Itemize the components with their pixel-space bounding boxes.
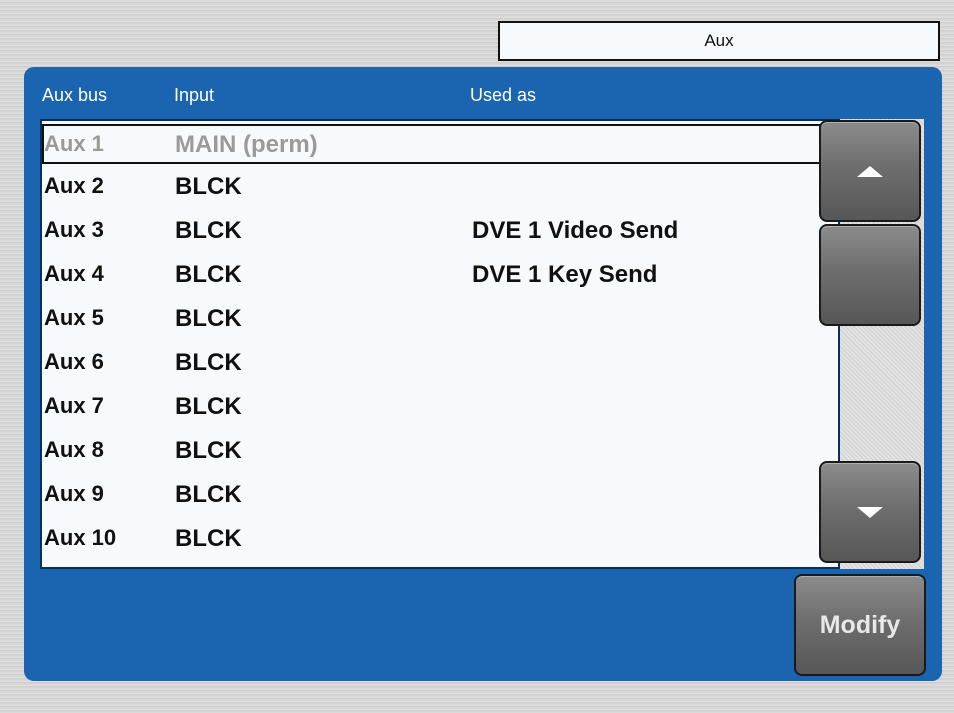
aux-panel: Aux bus Input Used as Aux 1 MAIN (perm) … — [24, 67, 942, 681]
scroll-up-button[interactable] — [819, 120, 921, 222]
table-row[interactable]: Aux 10 BLCK — [42, 516, 822, 560]
row-input: BLCK — [175, 393, 242, 420]
row-input: BLCK — [175, 349, 242, 376]
table-row[interactable]: Aux 5 BLCK — [42, 296, 822, 340]
row-aux-bus: Aux 3 — [44, 217, 104, 242]
table-row[interactable]: Aux 4 BLCK DVE 1 Key Send — [42, 252, 822, 296]
table-row[interactable]: Aux 8 BLCK — [42, 428, 822, 472]
table-row[interactable]: Aux 7 BLCK — [42, 384, 822, 428]
modify-button-label: Modify — [819, 610, 901, 639]
column-header-used-as: Used as — [470, 85, 537, 105]
row-aux-bus: Aux 9 — [44, 481, 104, 506]
column-header-input: Input — [174, 85, 215, 105]
row-input: BLCK — [175, 217, 242, 244]
table-row[interactable]: Aux 9 BLCK — [42, 472, 822, 516]
chevron-down-icon — [857, 506, 883, 518]
row-aux-bus: Aux 10 — [44, 525, 117, 550]
row-used-as: DVE 1 Key Send — [472, 261, 658, 288]
panel-title: Aux — [498, 21, 940, 61]
scroll-down-button[interactable] — [819, 461, 921, 563]
row-input: BLCK — [175, 437, 242, 464]
chevron-up-icon — [857, 165, 883, 177]
row-input: BLCK — [175, 305, 242, 332]
row-aux-bus: Aux 2 — [44, 173, 104, 198]
table-row[interactable]: Aux 3 BLCK DVE 1 Video Send — [42, 208, 822, 252]
scrollbar-thumb[interactable] — [819, 224, 921, 326]
row-input: BLCK — [175, 481, 242, 508]
row-aux-bus: Aux 8 — [44, 437, 104, 462]
row-aux-bus: Aux 6 — [44, 349, 104, 374]
modify-button[interactable]: Modify — [794, 574, 926, 676]
table-row[interactable]: Aux 6 BLCK — [42, 340, 822, 384]
row-input: BLCK — [175, 173, 242, 200]
table-row[interactable]: Aux 2 BLCK — [42, 164, 822, 208]
aux-list: Aux 1 MAIN (perm) Aux 2 BLCK Aux 3 BLCK … — [40, 119, 840, 569]
row-input: BLCK — [175, 525, 242, 552]
row-aux-bus: Aux 1 — [44, 131, 104, 156]
row-input: BLCK — [175, 261, 242, 288]
row-input: MAIN (perm) — [175, 131, 318, 158]
row-aux-bus: Aux 7 — [44, 393, 104, 418]
row-aux-bus: Aux 5 — [44, 305, 104, 330]
row-aux-bus: Aux 4 — [44, 261, 104, 286]
column-header-aux-bus: Aux bus — [42, 85, 108, 105]
row-used-as: DVE 1 Video Send — [472, 217, 679, 244]
table-row-selected[interactable]: Aux 1 MAIN (perm) — [42, 124, 821, 164]
